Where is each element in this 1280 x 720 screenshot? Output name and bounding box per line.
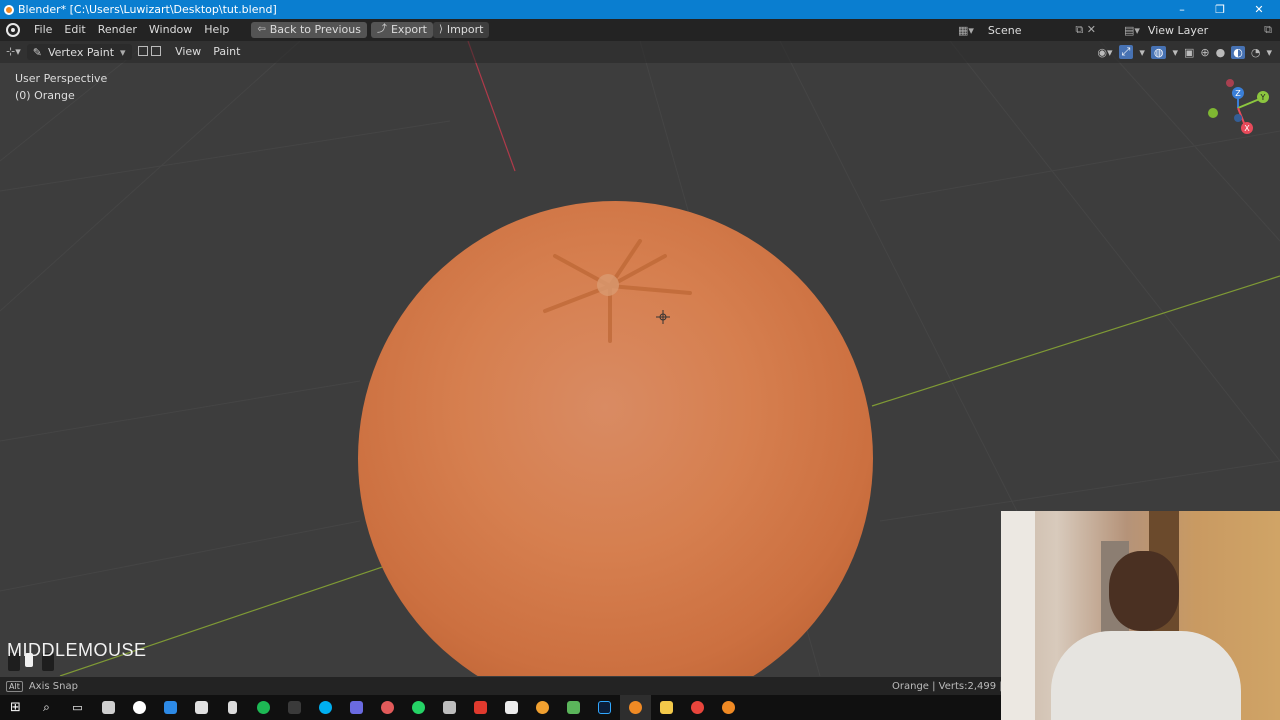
menu-edit[interactable]: Edit xyxy=(58,19,91,41)
app-icon[interactable] xyxy=(527,695,558,720)
blender-icon xyxy=(4,4,14,15)
task-view-icon[interactable]: ▭ xyxy=(62,695,93,720)
webcam-person-shirt xyxy=(1051,631,1241,720)
calculator-icon[interactable] xyxy=(217,695,248,720)
svg-text:Z: Z xyxy=(1235,89,1241,98)
app-icon[interactable] xyxy=(341,695,372,720)
photoshop-icon[interactable] xyxy=(589,695,620,720)
spotify-icon[interactable] xyxy=(248,695,279,720)
webcam-door xyxy=(1001,511,1035,720)
camera-icon[interactable] xyxy=(186,695,217,720)
active-object-label: (0) Orange xyxy=(15,89,75,102)
windows-start-icon[interactable]: ⊞ xyxy=(0,695,31,720)
new-view-layer-icon[interactable]: ⧉ xyxy=(1264,23,1272,37)
app-icon[interactable] xyxy=(558,695,589,720)
app-icon[interactable] xyxy=(124,695,155,720)
back-to-previous-button[interactable]: ⇦ Back to Previous xyxy=(251,22,367,38)
chrome-icon[interactable] xyxy=(682,695,713,720)
webcam-person-head xyxy=(1109,551,1179,631)
whatsapp-icon[interactable] xyxy=(403,695,434,720)
menu-file[interactable]: File xyxy=(28,19,58,41)
scene-icon: ▦▾ xyxy=(958,23,974,37)
menu-help[interactable]: Help xyxy=(198,19,235,41)
close-button[interactable]: ✕ xyxy=(1240,0,1278,19)
blender-icon[interactable] xyxy=(620,695,651,720)
restore-button[interactable]: ❐ xyxy=(1201,0,1239,19)
app-icon[interactable] xyxy=(279,695,310,720)
minimize-button[interactable]: – xyxy=(1163,0,1201,19)
blender-window: Blender* [C:\Users\Luwizart\Desktop\tut.… xyxy=(0,0,1280,720)
menu-window[interactable]: Window xyxy=(143,19,198,41)
search-icon[interactable]: ⌕ xyxy=(31,695,62,720)
new-scene-icon[interactable]: ⧉ ✕ xyxy=(1075,23,1096,37)
skype-icon[interactable] xyxy=(310,695,341,720)
export-button[interactable]: ⤴ Export xyxy=(370,22,433,38)
app-icon[interactable] xyxy=(93,695,124,720)
navigation-gizmo[interactable]: Z Y X xyxy=(1200,76,1276,136)
export-label: Export xyxy=(390,23,427,36)
import-button[interactable]: ⟩ Import xyxy=(433,22,490,38)
key-press-hint: MIDDLEMOUSE xyxy=(7,640,147,660)
export-icon: ⤴ xyxy=(376,24,387,35)
window-title: Blender* [C:\Users\Luwizart\Desktop\tut.… xyxy=(18,3,277,16)
svg-text:X: X xyxy=(1244,124,1250,133)
windows-taskbar: ⊞ ⌕ ▭ xyxy=(0,695,1001,720)
app-icon[interactable] xyxy=(434,695,465,720)
view-perspective-label: User Perspective xyxy=(15,72,108,85)
alt-key-icon: Alt xyxy=(6,680,23,692)
blender-logo-icon[interactable] xyxy=(6,23,20,37)
scene-name: Scene xyxy=(987,23,1022,37)
viewport-info: User Perspective (0) Orange xyxy=(15,70,107,104)
import-icon: ⟩ xyxy=(439,24,443,35)
view-layer-selector[interactable]: ▤▾ View Layer ⧉ xyxy=(1118,22,1276,38)
app-icon[interactable] xyxy=(372,695,403,720)
window-title-bar: Blender* [C:\Users\Luwizart\Desktop\tut.… xyxy=(0,0,1280,19)
scene-selector[interactable]: ▦▾ Scene ⧉ ✕ xyxy=(952,22,1100,38)
app-icon[interactable] xyxy=(496,695,527,720)
view-layer-icon: ▤▾ xyxy=(1124,23,1140,37)
back-icon: ⇦ xyxy=(257,24,266,35)
import-label: Import xyxy=(446,23,484,36)
app-icon[interactable] xyxy=(155,695,186,720)
back-to-previous-label: Back to Previous xyxy=(269,23,361,36)
status-hint: Axis Snap xyxy=(28,680,78,692)
3d-cursor-icon xyxy=(656,310,670,324)
blender-icon[interactable] xyxy=(713,695,744,720)
webcam-overlay xyxy=(1001,511,1280,720)
file-explorer-icon[interactable] xyxy=(651,695,682,720)
view-layer-name: View Layer xyxy=(1147,23,1209,37)
svg-text:Y: Y xyxy=(1260,93,1266,102)
menu-render[interactable]: Render xyxy=(92,19,143,41)
app-icon[interactable] xyxy=(465,695,496,720)
